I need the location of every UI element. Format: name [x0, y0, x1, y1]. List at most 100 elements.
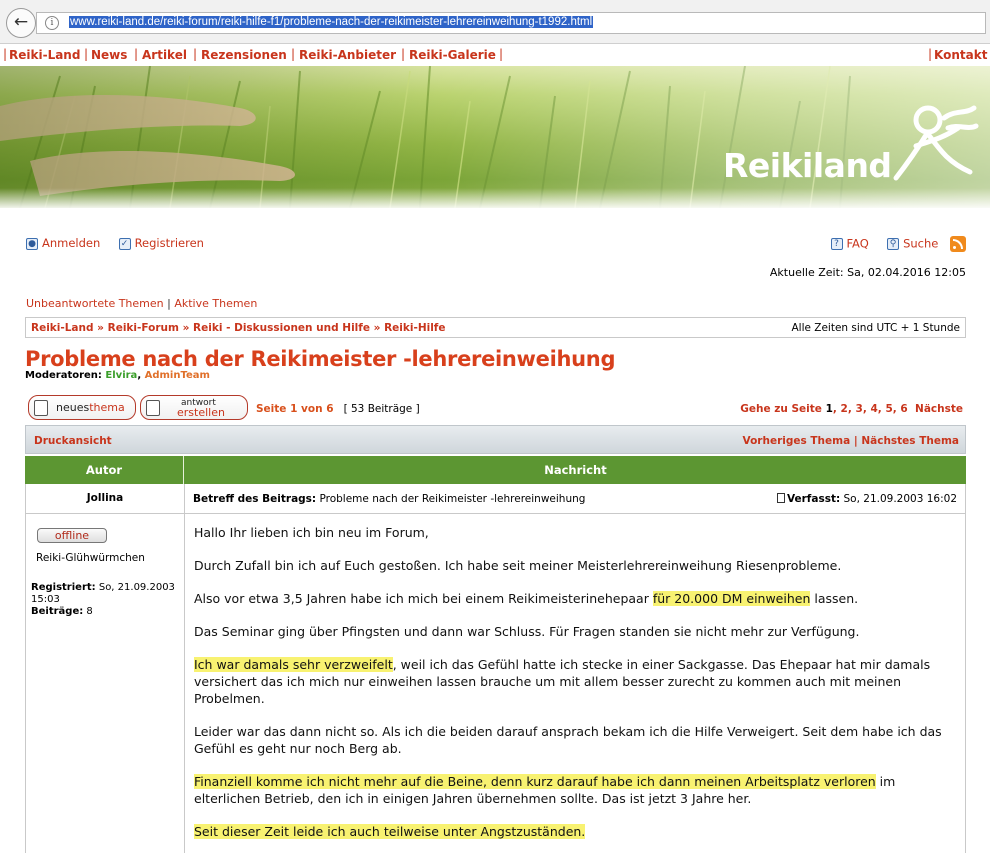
register-link[interactable]: Registrieren — [135, 236, 204, 250]
nav-reiki-land[interactable]: Reiki-Land — [9, 48, 80, 62]
print-view-link[interactable]: Druckansicht — [34, 435, 112, 447]
reply-icon — [146, 400, 160, 416]
nav-reiki-galerie[interactable]: Reiki-Galerie — [409, 48, 496, 62]
post-body-row: offline Reiki-Glühwürmchen Registriert: … — [25, 514, 966, 853]
nav-reiki-anbieter[interactable]: Reiki-Anbieter — [299, 48, 396, 62]
page-5[interactable]: 5 — [885, 403, 892, 415]
author-column-header: Autor — [25, 456, 184, 484]
next-page-link[interactable]: Nächste — [915, 403, 963, 415]
breadcrumb-reiki-land[interactable]: Reiki-Land — [31, 322, 94, 334]
new-topic-label-a: neues — [56, 401, 90, 414]
author-profile: offline Reiki-Glühwürmchen Registriert: … — [26, 514, 185, 853]
banner-overlay — [0, 66, 990, 208]
header-banner: Reikiland — [0, 66, 990, 208]
rss-icon[interactable] — [950, 236, 966, 252]
post-subject: Betreff des Beitrags: Probleme nach der … — [193, 493, 585, 505]
nav-separator: | — [401, 47, 406, 61]
page-3[interactable]: 3 — [856, 403, 863, 415]
highlighted-text: Ich war damals sehr verzweifelt — [194, 657, 393, 672]
breadcrumb-reiki-forum[interactable]: Reiki-Forum — [108, 322, 179, 334]
breadcrumb-diskussionen[interactable]: Reiki - Diskussionen und Hilfe — [193, 322, 370, 334]
user-rank: Reiki-Glühwürmchen — [36, 552, 145, 564]
paragraph: Also vor etwa 3,5 Jahren habe ich mich b… — [194, 590, 959, 607]
posts-value: 8 — [86, 606, 93, 617]
quicklinks-separator: | — [167, 297, 171, 310]
registered-label: Registriert: — [31, 582, 96, 593]
quick-links: Unbeantwortete Themen | Aktive Themen — [26, 297, 257, 310]
address-bar[interactable]: i www.reiki-land.de/reiki-forum/reiki-hi… — [36, 12, 986, 34]
message-column-header: Nachricht — [544, 463, 607, 477]
highlighted-text: für 20.000 DM einweihen — [652, 591, 811, 606]
breadcrumb-separator: » — [373, 322, 381, 334]
login-link[interactable]: Anmelden — [42, 236, 100, 250]
post-message: Hallo Ihr lieben ich bin neu im Forum, D… — [194, 524, 959, 856]
user-meta: Registriert: So, 21.09.2003 15:03 Beiträ… — [31, 582, 181, 618]
nav-rezensionen[interactable]: Rezensionen — [201, 48, 287, 62]
reply-label-b: erstellen — [177, 406, 225, 419]
info-icon[interactable]: i — [45, 16, 59, 30]
site-logo-text[interactable]: Reikiland — [723, 146, 892, 185]
timezone-note: Alle Zeiten sind UTC + 1 Stunde — [791, 322, 960, 334]
unanswered-topics-link[interactable]: Unbeantwortete Themen — [26, 297, 164, 310]
nav-separator: | — [499, 47, 504, 61]
posts-table-header: Autor Nachricht — [25, 456, 966, 484]
page-of-pages: Seite 1 von 6 — [256, 403, 334, 415]
faq-link[interactable]: FAQ — [847, 237, 869, 251]
nav-separator: | — [193, 47, 198, 61]
topic-toolbar: Druckansicht Vorheriges Thema | Nächstes… — [25, 425, 966, 454]
nav-separator: | — [84, 47, 89, 61]
breadcrumb-separator: » — [97, 322, 104, 334]
register-icon: ✓ — [118, 237, 131, 250]
moderator-elvira[interactable]: Elvira — [105, 370, 137, 381]
subject-text: Probleme nach der Reikimeister -lehrerei… — [319, 493, 586, 505]
toolbar-separator: | — [853, 435, 858, 447]
faq-icon: ? — [830, 238, 843, 250]
active-topics-link[interactable]: Aktive Themen — [174, 297, 257, 310]
posted-date-value: So, 21.09.2003 16:02 — [843, 493, 957, 505]
text: lassen. — [814, 591, 859, 606]
current-time: Aktuelle Zeit: Sa, 02.04.2016 12:05 — [769, 266, 966, 279]
paragraph: Hallo Ihr lieben ich bin neu im Forum, — [194, 525, 429, 540]
previous-topic-link[interactable]: Vorheriges Thema — [743, 435, 851, 447]
online-status-badge: offline — [37, 528, 107, 543]
reply-button[interactable]: antwort erstellen — [140, 395, 248, 420]
nav-news[interactable]: News — [91, 48, 127, 62]
highlighted-text: Seit dieser Zeit leide ich auch teilweis… — [194, 824, 586, 839]
new-topic-button[interactable]: neuesthema — [28, 395, 136, 420]
search-icon: ⚲ — [887, 238, 900, 250]
moderator-adminteam[interactable]: AdminTeam — [145, 370, 210, 381]
url-text[interactable]: www.reiki-land.de/reiki-forum/reiki-hilf… — [69, 16, 594, 28]
paragraph: Finanziell komme ich nicht mehr auf die … — [194, 773, 959, 807]
nav-separator: | — [291, 47, 296, 61]
new-topic-icon — [34, 400, 48, 416]
pagination: Gehe zu Seite 1, 2, 3, 4, 5, 6 Nächste — [740, 403, 963, 415]
back-arrow-icon[interactable]: ← — [6, 8, 36, 38]
goto-label: Gehe zu Seite — [740, 403, 822, 415]
breadcrumb-reiki-hilfe[interactable]: Reiki-Hilfe — [384, 322, 445, 334]
post-link-icon[interactable] — [776, 493, 785, 503]
nav-kontakt[interactable]: Kontakt — [934, 48, 987, 62]
moderators-label: Moderatoren: — [25, 370, 102, 381]
nav-separator: | — [928, 47, 933, 61]
search-link[interactable]: Suche — [903, 237, 938, 251]
post-date: Verfasst: So, 21.09.2003 16:02 — [776, 493, 957, 505]
banner-fade — [0, 188, 990, 208]
posted-label: Verfasst: — [786, 493, 841, 505]
paragraph: Das Seminar ging über Pfingsten und dann… — [194, 624, 860, 639]
nav-artikel[interactable]: Artikel — [142, 48, 187, 62]
post-header-row: Jollina Betreff des Beitrags: Probleme n… — [25, 484, 966, 514]
page-2[interactable]: 2 — [841, 403, 848, 415]
moderators: Moderatoren: Elvira, AdminTeam — [25, 370, 210, 381]
post-author[interactable]: Jollina — [26, 484, 185, 513]
page-6[interactable]: 6 — [900, 403, 907, 415]
paragraph: Seit dieser Zeit leide ich auch teilweis… — [194, 823, 959, 840]
topic-title[interactable]: Probleme nach der Reikimeister -lehrerei… — [25, 347, 615, 371]
paragraph: Durch Zufall bin ich auf Euch gestoßen. … — [194, 558, 842, 573]
paragraph: Leider war das dann nicht so. Als ich di… — [194, 724, 942, 756]
next-topic-link[interactable]: Nächstes Thema — [861, 435, 959, 447]
reikiland-logo-icon[interactable] — [888, 100, 980, 192]
breadcrumb: Reiki-Land » Reiki-Forum » Reiki - Disku… — [25, 317, 966, 338]
page-4[interactable]: 4 — [870, 403, 877, 415]
text: Also vor etwa 3,5 Jahren habe ich mich b… — [194, 591, 649, 606]
nav-separator: | — [134, 47, 139, 61]
